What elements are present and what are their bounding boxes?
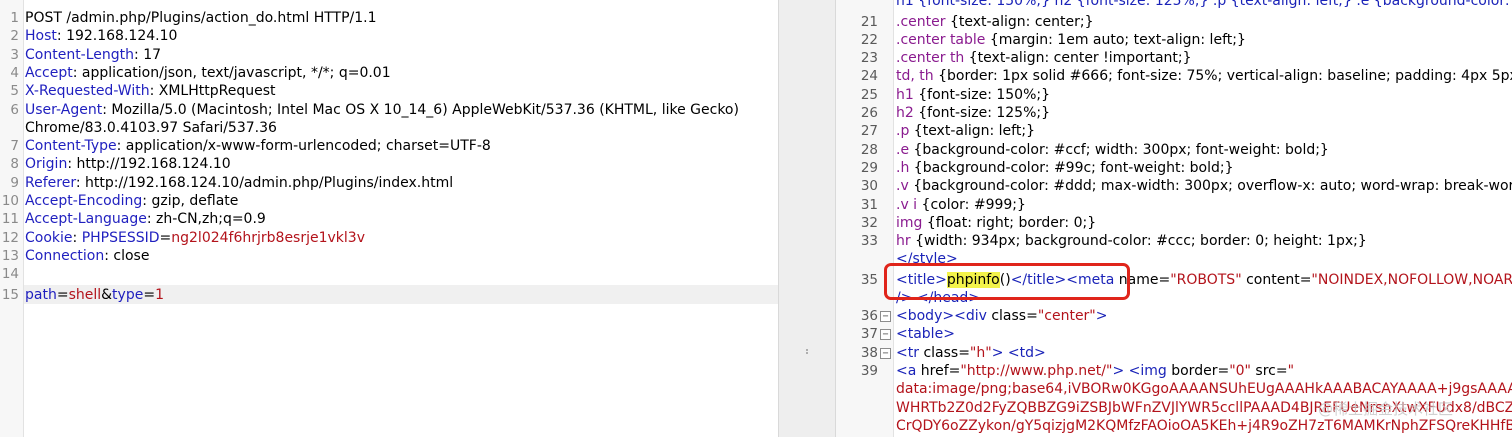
css-rule: {text-align: center;}: [949, 13, 1094, 30]
header-name: Referer: [25, 174, 76, 191]
css-rule: {color: #999;}: [921, 196, 1026, 213]
param-value: shell: [68, 286, 102, 303]
css-rule: {text-align: center !important;}: [968, 50, 1192, 67]
css-selector: h1: [896, 86, 919, 103]
fold-toggle-icon[interactable]: −: [880, 329, 891, 341]
css-rule: {background-color: #ccf; width: 300px; f…: [913, 141, 1329, 158]
header-value: 17: [143, 46, 162, 63]
header-name: User-Agent: [25, 101, 103, 118]
css-rule: {width: 934px; background-color: #ccc; b…: [915, 233, 1367, 250]
header-name: Content-Length: [25, 46, 135, 63]
header-value: close: [113, 247, 150, 264]
header-value: zh-CN,zh;q=0.9: [156, 211, 266, 228]
header-name: Content-Type: [25, 138, 117, 155]
header-name: Origin: [25, 156, 68, 173]
header-value: application/x-www-form-urlencoded; chars…: [125, 138, 491, 155]
css-selector: td, th: [896, 68, 939, 85]
css-selector: .e: [896, 141, 914, 158]
annotation-highlight-box: [884, 263, 1130, 300]
fold-toggle-icon[interactable]: −: [880, 311, 891, 323]
css-selector: .p: [896, 123, 914, 140]
request-line-text: POST /admin.php/Plugins/action_do.html H…: [25, 10, 377, 26]
header-name: Accept-Language: [25, 211, 147, 228]
header-name: Connection: [25, 247, 105, 264]
cookie-name: PHPSESSID: [81, 229, 160, 246]
css-rule: {text-align: left;}: [913, 123, 1035, 140]
css-rule: {float: right; border: 0;}: [926, 214, 1097, 231]
header-value: Mozilla/5.0 (Macintosh; Intel Mac OS X 1…: [111, 101, 739, 118]
header-value: XMLHttpRequest: [158, 83, 276, 100]
css-selector: .v: [896, 178, 914, 195]
cookie-value: ng2l024f6hrjrb8esrje1vkl3v: [171, 229, 365, 246]
base64-data: data:image/png;base64,iVBORw0KGgoAAAANSU…: [896, 381, 1512, 398]
css-selector: img: [896, 214, 927, 231]
pane-divider[interactable]: [778, 0, 836, 437]
css-rule: {font-size: 125%;}: [918, 105, 1051, 121]
header-name: Cookie: [25, 229, 73, 246]
fold-toggle-icon[interactable]: −: [880, 347, 891, 359]
base64-data: CrQDY6oZZykon/gY5qizjgM2KQMfzFAOioOA5KEh…: [896, 417, 1512, 434]
header-value: http://192.168.124.10/admin.php/Plugins/…: [85, 174, 454, 191]
watermark: @稀土掘金技术社区: [1318, 400, 1454, 418]
header-name: Accept: [25, 64, 73, 81]
css-rule: {background-color: #99c; font-weight: bo…: [913, 159, 1234, 176]
param-value: 1: [155, 286, 164, 303]
param-name: type: [112, 286, 144, 303]
header-name: Host: [25, 28, 57, 45]
header-name: X-Requested-With: [25, 83, 150, 100]
response-editor[interactable]: h1 {font-size: 150%;} h2 {font-size: 125…: [836, 0, 1512, 437]
header-name: Accept-Encoding: [25, 193, 143, 209]
css-selector: .center: [896, 13, 950, 30]
css-rule: {font-size: 150%;}: [918, 86, 1051, 103]
header-value: application/json, text/javascript, */*; …: [81, 64, 391, 81]
param-name: path: [25, 286, 57, 303]
css-selector: hr: [896, 233, 916, 250]
css-rule: {background-color: #ddd; max-width: 300p…: [913, 178, 1512, 195]
header-value: http://192.168.124.10: [76, 156, 231, 173]
css-rule: {margin: 1em auto; text-align: left;}: [989, 31, 1246, 48]
css-rule: {border: 1px solid #666; font-size: 75%;…: [938, 68, 1512, 85]
css-selector: .center th: [896, 50, 969, 67]
css-selector: .v i: [896, 196, 922, 213]
request-editor[interactable]: 1 POST /admin.php/Plugins/action_do.html…: [0, 0, 778, 437]
header-value: Chrome/83.0.4103.97 Safari/537.36: [25, 119, 277, 136]
css-selector: h2: [896, 105, 919, 121]
divider-grip-icon[interactable]: [804, 348, 810, 358]
css-selector: .center table: [896, 31, 990, 48]
header-value: gzip, deflate: [151, 193, 239, 209]
css-selector: .h: [896, 159, 914, 176]
header-value: 192.168.124.10: [66, 28, 178, 45]
